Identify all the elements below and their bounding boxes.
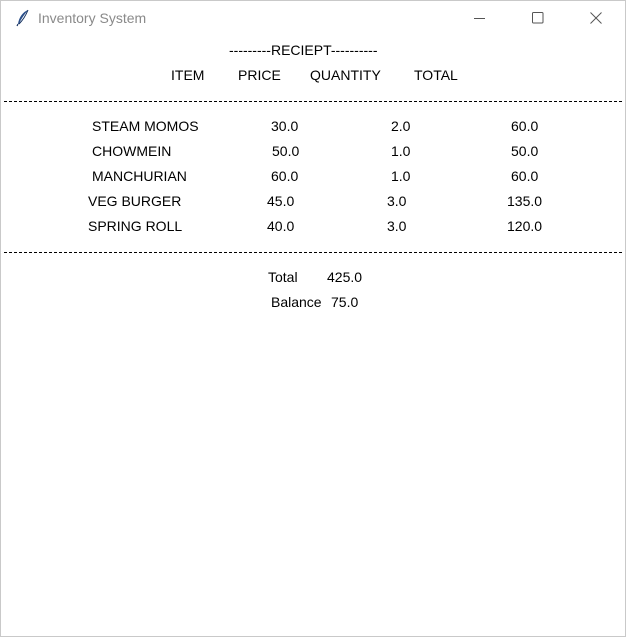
close-button[interactable] [573, 1, 619, 35]
total-label: Total [268, 269, 298, 285]
close-icon [590, 12, 602, 24]
maximize-button[interactable] [515, 1, 561, 35]
row-item: SPRING ROLL [88, 218, 183, 234]
window-title: Inventory System [38, 10, 147, 26]
row-price: 45.0 [267, 193, 295, 209]
row-total: 135.0 [507, 193, 543, 209]
top-divider [4, 101, 622, 102]
minimize-icon [474, 18, 485, 19]
row-total: 60.0 [511, 168, 539, 184]
row-total: 120.0 [507, 218, 543, 234]
row-item: CHOWMEIN [92, 143, 172, 159]
app-window: Inventory System ---------RECIEPT-------… [0, 0, 626, 637]
row-total: 50.0 [511, 143, 539, 159]
bottom-divider [4, 252, 622, 253]
minimize-button[interactable] [457, 1, 503, 35]
balance-value: 75.0 [331, 294, 359, 310]
row-price: 60.0 [271, 168, 299, 184]
row-price: 50.0 [272, 143, 300, 159]
row-price: 40.0 [267, 218, 295, 234]
header-total: TOTAL [414, 67, 458, 83]
row-item: MANCHURIAN [92, 168, 187, 184]
maximize-icon [532, 12, 544, 24]
row-item: STEAM MOMOS [92, 118, 199, 134]
row-quantity: 1.0 [391, 143, 411, 159]
row-price: 30.0 [271, 118, 299, 134]
row-quantity: 3.0 [387, 193, 407, 209]
row-quantity: 2.0 [391, 118, 411, 134]
header-item: ITEM [171, 67, 205, 83]
feather-icon [15, 9, 31, 27]
balance-label: Balance [271, 294, 322, 310]
receipt-heading: ---------RECIEPT---------- [229, 42, 378, 58]
total-value: 425.0 [327, 269, 363, 285]
header-quantity: QUANTITY [310, 67, 381, 83]
row-total: 60.0 [511, 118, 539, 134]
row-item: VEG BURGER [88, 193, 182, 209]
title-bar[interactable]: Inventory System [1, 1, 625, 35]
row-quantity: 3.0 [387, 218, 407, 234]
row-quantity: 1.0 [391, 168, 411, 184]
header-price: PRICE [238, 67, 281, 83]
